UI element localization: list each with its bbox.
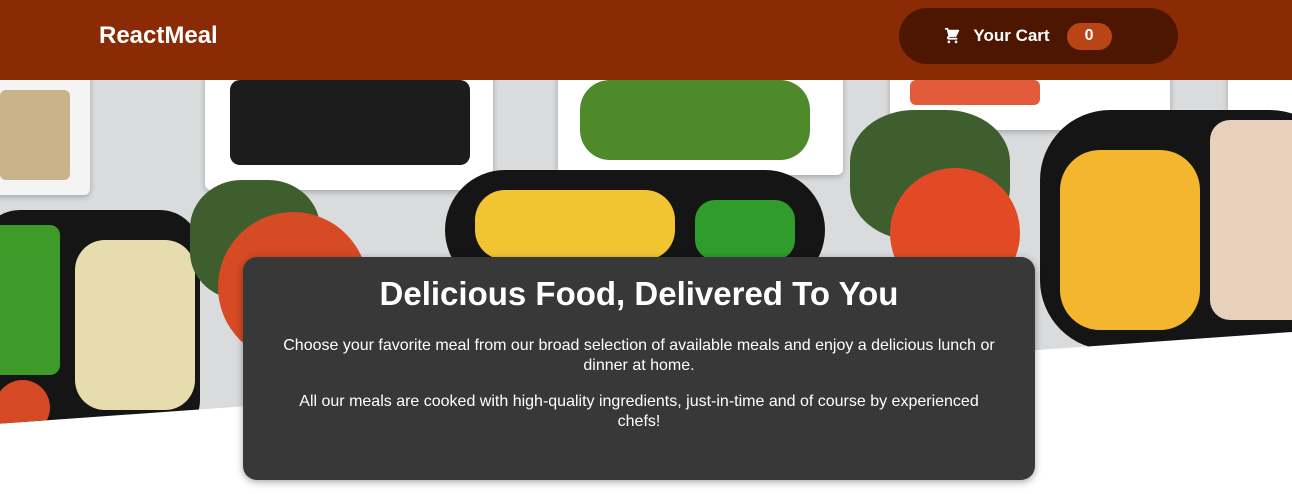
summary-title: Delicious Food, Delivered To You bbox=[379, 275, 899, 312]
app-logo: ReactMeal bbox=[99, 22, 218, 49]
summary-paragraph-2: All our meals are cooked with high-quali… bbox=[299, 393, 979, 430]
cart-button[interactable]: Your Cart 0 bbox=[899, 8, 1178, 64]
summary-paragraph-1: Choose your favorite meal from our broad… bbox=[283, 337, 995, 374]
app-header: ReactMeal Your Cart 0 bbox=[0, 0, 1292, 80]
cart-icon bbox=[943, 27, 961, 45]
cart-label: Your Cart bbox=[973, 26, 1050, 45]
cart-count-badge: 0 bbox=[1066, 22, 1112, 50]
meals-summary-card: Delicious Food, Delivered To You Choose … bbox=[243, 257, 1035, 480]
